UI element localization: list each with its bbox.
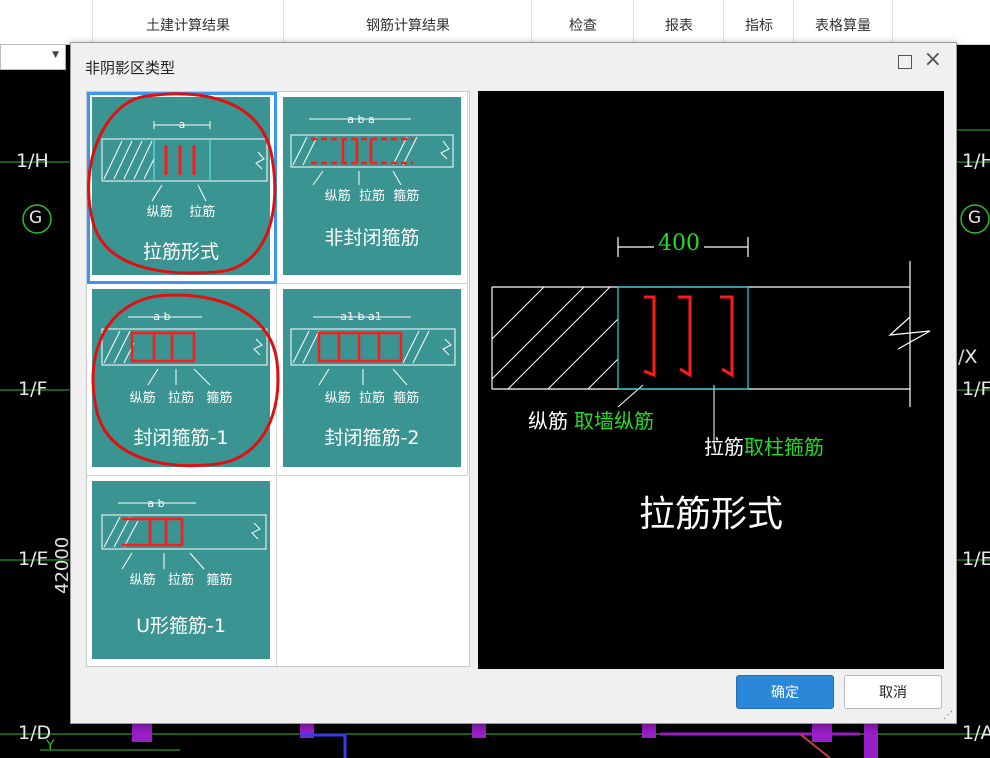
tab-report[interactable]: 报表 [633, 0, 724, 44]
dialog-title: 非阴影区类型 [85, 59, 176, 77]
axis-label: 1/F [962, 378, 990, 400]
layer-dropdown[interactable]: ▼ [0, 44, 66, 70]
tab-table-quantity[interactable]: 表格算量 [793, 0, 893, 44]
preview-caption: 拉筋形式 [638, 494, 783, 535]
option-caption: 拉筋形式 [142, 241, 219, 263]
axis-label: G [29, 208, 43, 228]
dim-label: a1 b a1 [340, 310, 381, 323]
dim-label: a b [153, 310, 170, 323]
option-caption: U形箍筋-1 [136, 615, 226, 637]
option-card: a1 b a1 纵筋 拉筋 箍筋 封闭箍筋-2 [283, 289, 461, 467]
part-labels: 纵筋 拉筋 [146, 205, 216, 220]
option-tie-bar-form[interactable]: a 纵筋 拉筋 拉筋形式 [87, 92, 277, 284]
tab-check[interactable]: 检查 [531, 0, 634, 44]
ok-button[interactable]: 确定 [736, 675, 834, 709]
part-labels: 纵筋 拉筋 箍筋 [324, 189, 420, 204]
option-grid: a 纵筋 拉筋 拉筋形式 a b a 纵筋 拉筋 箍筋 非封闭箍筋 a b 纵筋… [86, 91, 470, 668]
tab-rebar-results[interactable]: 钢筋计算结果 [283, 0, 532, 44]
option-closed-stirrup-1[interactable]: a b 纵筋 拉筋 箍筋 封闭箍筋-1 [87, 284, 277, 476]
option-caption: 非封闭箍筋 [324, 227, 420, 249]
option-non-closed-stirrup[interactable]: a b a 纵筋 拉筋 箍筋 非封闭箍筋 [278, 92, 468, 284]
option-u-stirrup-1[interactable]: a b 纵筋 拉筋 箍筋 U形箍筋-1 [87, 476, 277, 668]
axis-label: 1/E [962, 548, 990, 570]
tab-index[interactable]: 指标 [723, 0, 794, 44]
chevron-down-icon: ▼ [52, 50, 59, 60]
preview-tie-label: 拉筋取柱箍筋 [704, 435, 824, 459]
axis-label: G [968, 208, 982, 228]
dim-label: a b [147, 497, 164, 510]
dim-label: a [179, 118, 186, 131]
resize-grip-icon[interactable]: ⋰ [943, 710, 953, 721]
preview-pane: 400 纵筋 取墙纵筋 拉筋取柱箍筋 拉筋形式 [478, 91, 944, 669]
axis-label: 1/H [16, 150, 49, 172]
dim-label: a b a [347, 113, 374, 126]
tab-civil-results[interactable]: 土建计算结果 [92, 0, 283, 44]
axis-label: 1/H [962, 150, 990, 172]
axis-label: /X [958, 346, 978, 368]
option-card: a b 纵筋 拉筋 箍筋 U形箍筋-1 [92, 481, 270, 659]
option-card: a b a 纵筋 拉筋 箍筋 非封闭箍筋 [283, 97, 461, 275]
ribbon-tab-bar: 土建计算结果 钢筋计算结果 检查 报表 指标 表格算量 [0, 0, 990, 45]
preview-dimension: 400 [654, 231, 704, 256]
maximize-icon[interactable] [898, 55, 912, 69]
axis-label: Y [46, 738, 55, 754]
axis-label: 1/E [18, 548, 49, 570]
preview-longitudinal-label: 纵筋 取墙纵筋 [528, 409, 654, 433]
cancel-button[interactable]: 取消 [844, 675, 942, 709]
close-icon[interactable]: × [924, 49, 942, 71]
part-labels: 纵筋 拉筋 箍筋 [129, 573, 233, 588]
option-caption: 封闭箍筋-2 [324, 427, 420, 449]
part-labels: 纵筋 拉筋 箍筋 [129, 391, 233, 406]
axis-label: 1/A [962, 722, 990, 744]
axis-label: 1/F [18, 378, 48, 400]
option-card: a b 纵筋 拉筋 箍筋 封闭箍筋-1 [92, 289, 270, 467]
option-caption: 封闭箍筋-1 [133, 427, 229, 449]
non-shadow-area-type-dialog: 非阴影区类型 × a 纵筋 拉筋 拉筋形式 a b a 纵筋 拉筋 箍筋 非封闭… [70, 42, 957, 724]
option-card: a 纵筋 拉筋 拉筋形式 [92, 97, 270, 275]
option-closed-stirrup-2[interactable]: a1 b a1 纵筋 拉筋 箍筋 封闭箍筋-2 [278, 284, 468, 476]
part-labels: 纵筋 拉筋 箍筋 [324, 391, 420, 406]
